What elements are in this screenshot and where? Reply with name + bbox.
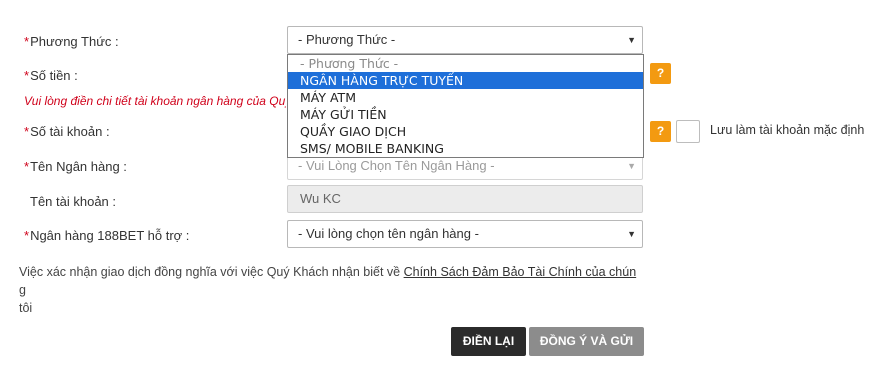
amount-label: *Số tiền : xyxy=(24,68,78,83)
dropdown-option-atm[interactable]: MÁY ATM xyxy=(288,89,643,106)
remember-default-checkbox[interactable] xyxy=(676,120,700,143)
required-mark: * xyxy=(24,124,30,139)
reset-button[interactable]: ĐIỀN LẠI xyxy=(451,327,526,356)
terms-notice: Việc xác nhận giao dịch đồng nghĩa với v… xyxy=(19,263,643,317)
chevron-down-icon: ▼ xyxy=(627,35,636,45)
account-help-icon[interactable]: ? xyxy=(650,121,671,142)
method-dropdown-list[interactable]: - Phương Thức - NGÂN HÀNG TRỰC TUYẾN MÁY… xyxy=(287,54,644,158)
terms-text: Việc xác nhận giao dịch đồng nghĩa với v… xyxy=(19,265,404,279)
dropdown-option-sms-mobile-banking[interactable]: SMS/ MOBILE BANKING xyxy=(288,140,643,157)
submit-button[interactable]: ĐỒNG Ý VÀ GỬI xyxy=(529,327,644,356)
method-select[interactable]: - Phương Thức - ▼ xyxy=(287,26,643,54)
required-mark: * xyxy=(24,159,30,174)
amount-help-icon[interactable]: ? xyxy=(650,63,671,84)
chevron-down-icon: ▼ xyxy=(627,229,636,239)
bank-name-label: *Tên Ngân hàng : xyxy=(24,159,127,174)
dropdown-option-online-banking[interactable]: NGÂN HÀNG TRỰC TUYẾN xyxy=(288,72,643,89)
dropdown-option-counter[interactable]: QUẦY GIAO DỊCH xyxy=(288,123,643,140)
account-name-label: Tên tài khoản : xyxy=(30,194,116,209)
terms-tail-2: tôi xyxy=(19,301,33,315)
bank-detail-note: Vui lòng điền chi tiết tài khoản ngân hà… xyxy=(24,94,286,108)
required-mark: * xyxy=(24,228,30,243)
bank-name-select-value: - Vui Lòng Chọn Tên Ngân Hàng - xyxy=(298,158,495,173)
supported-bank-label: *Ngân hàng 188BET hỗ trợ : xyxy=(24,228,190,243)
required-mark: * xyxy=(24,34,30,49)
terms-tail-1: g xyxy=(19,283,26,297)
account-number-label: *Số tài khoản : xyxy=(24,124,110,139)
method-select-value: - Phương Thức - xyxy=(298,32,396,47)
required-mark: * xyxy=(24,68,30,83)
dropdown-option-placeholder[interactable]: - Phương Thức - xyxy=(288,55,643,72)
remember-default-label: Lưu làm tài khoản mặc định xyxy=(710,123,865,137)
supported-bank-select-value: - Vui lòng chọn tên ngân hàng - xyxy=(298,226,479,241)
financial-policy-link[interactable]: Chính Sách Đảm Bảo Tài Chính của chún xyxy=(404,265,637,279)
supported-bank-select[interactable]: - Vui lòng chọn tên ngân hàng - ▼ xyxy=(287,220,643,248)
method-label: *Phương Thức : xyxy=(24,34,119,49)
dropdown-option-deposit-machine[interactable]: MÁY GỬI TIỀN xyxy=(288,106,643,123)
account-name-field: Wu KC xyxy=(287,185,643,213)
